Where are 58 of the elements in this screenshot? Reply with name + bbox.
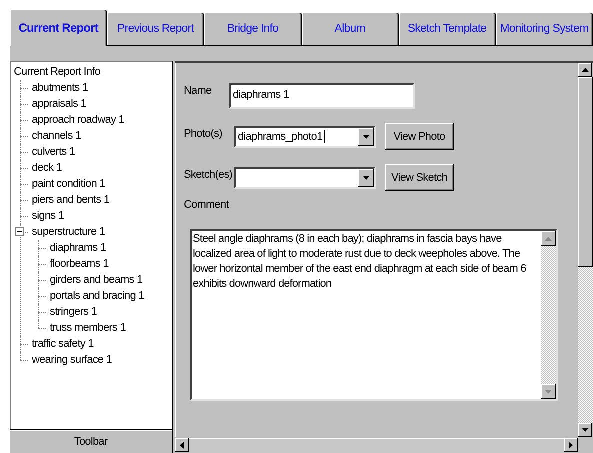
left-arrow-icon — [180, 442, 184, 448]
tree-item[interactable]: Current Report Info — [14, 64, 172, 80]
tree-item[interactable]: paint condition 1 — [32, 176, 106, 192]
tab[interactable]: Previous Report — [107, 12, 204, 46]
tree-item[interactable]: deck 1 — [32, 160, 62, 176]
tree-item[interactable]: wearing surface 1 — [32, 352, 112, 368]
tree-item[interactable]: abutments 1 — [32, 80, 88, 96]
field-label: Comment — [184, 199, 230, 211]
dropdown-button[interactable] — [358, 128, 374, 146]
scrollbar-thumb[interactable] — [578, 77, 593, 267]
tree-item[interactable]: approach roadway 1 — [32, 112, 124, 128]
tree-item[interactable]: piers and bents 1 — [32, 192, 110, 208]
tree-item[interactable]: girders and beams 1 — [50, 272, 143, 288]
scroll-down-button[interactable] — [541, 384, 556, 399]
photo-combo[interactable]: diaphrams_photo1 — [234, 126, 376, 148]
down-arrow-icon — [545, 390, 552, 394]
tree-item[interactable]: diaphrams 1 — [50, 240, 106, 256]
tree-item[interactable]: superstructure 1 — [32, 224, 106, 240]
up-arrow-icon — [582, 68, 588, 72]
horizontal-scrollbar[interactable] — [175, 437, 578, 453]
tree-item[interactable]: portals and bracing 1 — [50, 288, 144, 304]
scroll-up-button[interactable] — [578, 63, 592, 77]
tab[interactable]: Bridge Info — [204, 12, 302, 46]
name-field[interactable]: diaphrams 1 — [229, 83, 415, 109]
collapse-toggle[interactable] — [15, 227, 24, 236]
tree-item[interactable]: appraisals 1 — [32, 96, 87, 112]
dropdown-button[interactable] — [358, 168, 374, 186]
comment-scrollbar[interactable] — [541, 231, 556, 399]
sketch-combo[interactable] — [234, 166, 376, 188]
tab[interactable]: Monitoring System — [496, 12, 593, 46]
tree-item[interactable]: stringers 1 — [50, 304, 97, 320]
tab[interactable]: Current Report — [10, 9, 108, 46]
tree-item[interactable]: channels 1 — [32, 128, 82, 144]
toolbar-label[interactable]: Toolbar — [10, 430, 173, 453]
tree-item[interactable]: culverts 1 — [32, 144, 76, 160]
up-arrow-icon — [545, 236, 552, 240]
minus-icon — [17, 229, 22, 234]
tree-item[interactable]: truss members 1 — [50, 320, 126, 336]
field-label: Photo(s) — [184, 128, 224, 140]
down-arrow-icon — [362, 176, 370, 180]
tree-item[interactable]: signs 1 — [32, 208, 64, 224]
vertical-scrollbar[interactable] — [578, 63, 593, 437]
scroll-up-button[interactable] — [541, 231, 556, 246]
scroll-right-button[interactable] — [564, 438, 578, 452]
view-photo-button[interactable]: View Photo — [385, 123, 454, 150]
scroll-down-button[interactable] — [578, 423, 592, 437]
field-label: Name — [184, 85, 213, 97]
scroll-left-button[interactable] — [175, 438, 189, 452]
comment-field[interactable]: Steel angle diaphrams (8 in each bay); diaphrams in fascia bays have localized area of light to moderate rust due to deck weepholes above. The lower horizontal member of the east end diaphragm at each side of beam 6 exhibits downward deformation — [190, 229, 558, 401]
field-label: Sketch(es) — [184, 168, 234, 180]
right-arrow-icon — [569, 442, 573, 448]
down-arrow-icon — [582, 428, 588, 432]
tree-item[interactable]: traffic safety 1 — [32, 336, 94, 352]
view-sketch-button[interactable]: View Sketch — [385, 164, 454, 191]
tab[interactable]: Sketch Template — [398, 12, 496, 46]
tree-item[interactable]: floorbeams 1 — [50, 256, 109, 272]
down-arrow-icon — [362, 134, 370, 138]
tab[interactable]: Album — [302, 12, 399, 46]
